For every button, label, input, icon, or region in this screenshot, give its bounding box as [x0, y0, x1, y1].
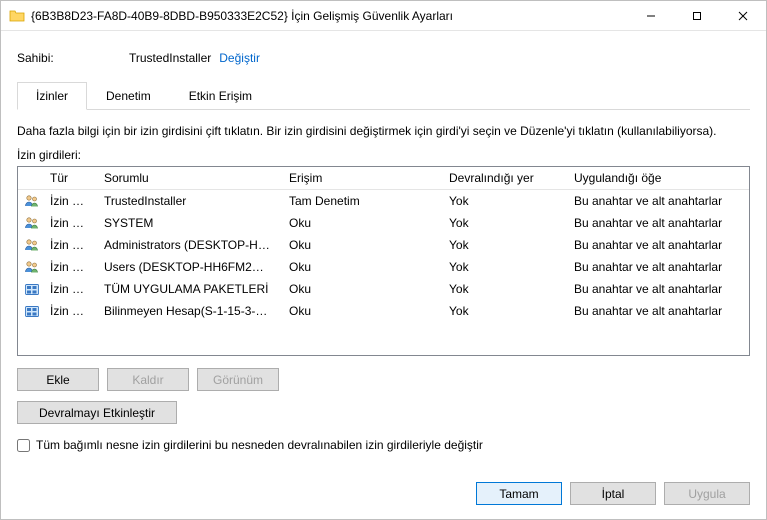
col-principal[interactable]: Sorumlu [94, 167, 279, 189]
cell-inherited: Yok [439, 236, 564, 254]
remove-button[interactable]: Kaldır [107, 368, 189, 391]
cell-principal: TrustedInstaller [94, 192, 279, 210]
replace-child-entries-label: Tüm bağımlı nesne izin girdilerini bu ne… [36, 438, 483, 452]
tab-permissions[interactable]: İzinler [17, 82, 87, 110]
cell-access: Oku [279, 236, 439, 254]
minimize-button[interactable] [628, 1, 674, 30]
cell-type: İzin Ver [40, 192, 94, 210]
cell-access: Oku [279, 280, 439, 298]
table-row[interactable]: İzin VerBilinmeyen Hesap(S-1-15-3-1...Ok… [18, 300, 749, 322]
package-icon [18, 279, 40, 299]
col-type[interactable]: Tür [40, 167, 94, 189]
cell-inherited: Yok [439, 214, 564, 232]
cell-applies: Bu anahtar ve alt anahtarlar [564, 236, 749, 254]
cell-applies: Bu anahtar ve alt anahtarlar [564, 214, 749, 232]
people-icon [18, 191, 40, 211]
replace-child-entries-checkbox[interactable] [17, 439, 30, 452]
col-applies[interactable]: Uygulandığı öğe [564, 167, 749, 189]
cell-principal: Users (DESKTOP-HH6FM2D\U... [94, 258, 279, 276]
col-inherited[interactable]: Devralındığı yer [439, 167, 564, 189]
cell-applies: Bu anahtar ve alt anahtarlar [564, 280, 749, 298]
close-button[interactable] [720, 1, 766, 30]
window-controls [628, 1, 766, 30]
cell-type: İzin Ver [40, 258, 94, 276]
cell-applies: Bu anahtar ve alt anahtarlar [564, 192, 749, 210]
ok-button[interactable]: Tamam [476, 482, 562, 505]
cell-type: İzin Ver [40, 236, 94, 254]
people-icon [18, 257, 40, 277]
change-owner-link[interactable]: Değiştir [219, 51, 260, 65]
cell-type: İzin Ver [40, 302, 94, 320]
owner-row: Sahibi: TrustedInstaller Değiştir [17, 51, 750, 65]
apply-button[interactable]: Uygula [664, 482, 750, 505]
folder-icon [9, 8, 25, 24]
description-text: Daha fazla bilgi için bir izin girdisini… [17, 124, 750, 138]
cell-access: Oku [279, 258, 439, 276]
cell-principal: Administrators (DESKTOP-HH... [94, 236, 279, 254]
owner-label: Sahibi: [17, 51, 129, 65]
people-icon [18, 235, 40, 255]
cell-access: Oku [279, 302, 439, 320]
tabs: İzinler Denetim Etkin Erişim [17, 81, 750, 110]
list-header: Tür Sorumlu Erişim Devralındığı yer Uygu… [18, 167, 749, 190]
cell-inherited: Yok [439, 280, 564, 298]
cell-applies: Bu anahtar ve alt anahtarlar [564, 302, 749, 320]
cell-inherited: Yok [439, 192, 564, 210]
entries-label: İzin girdileri: [17, 148, 750, 162]
cell-access: Tam Denetim [279, 192, 439, 210]
view-button[interactable]: Görünüm [197, 368, 279, 391]
cell-principal: Bilinmeyen Hesap(S-1-15-3-1... [94, 302, 279, 320]
cell-type: İzin Ver [40, 280, 94, 298]
advanced-security-window: {6B3B8D23-FA8D-40B9-8DBD-B950333E2C52} İ… [0, 0, 767, 520]
table-row[interactable]: İzin VerSYSTEMOkuYokBu anahtar ve alt an… [18, 212, 749, 234]
table-row[interactable]: İzin VerTrustedInstallerTam DenetimYokBu… [18, 190, 749, 212]
add-button[interactable]: Ekle [17, 368, 99, 391]
col-access[interactable]: Erişim [279, 167, 439, 189]
cell-inherited: Yok [439, 302, 564, 320]
package-icon [18, 301, 40, 321]
cell-type: İzin Ver [40, 214, 94, 232]
table-row[interactable]: İzin VerUsers (DESKTOP-HH6FM2D\U...OkuYo… [18, 256, 749, 278]
tab-auditing[interactable]: Denetim [87, 82, 170, 110]
titlebar: {6B3B8D23-FA8D-40B9-8DBD-B950333E2C52} İ… [1, 1, 766, 31]
table-row[interactable]: İzin VerTÜM UYGULAMA PAKETLERİOkuYokBu a… [18, 278, 749, 300]
owner-value: TrustedInstaller [129, 51, 211, 65]
cancel-button[interactable]: İptal [570, 482, 656, 505]
cell-inherited: Yok [439, 258, 564, 276]
window-title: {6B3B8D23-FA8D-40B9-8DBD-B950333E2C52} İ… [31, 9, 628, 23]
dialog-footer: Tamam İptal Uygula [1, 472, 766, 519]
table-row[interactable]: İzin VerAdministrators (DESKTOP-HH...Oku… [18, 234, 749, 256]
tab-effective-access[interactable]: Etkin Erişim [170, 82, 271, 110]
cell-applies: Bu anahtar ve alt anahtarlar [564, 258, 749, 276]
cell-principal: TÜM UYGULAMA PAKETLERİ [94, 280, 279, 298]
maximize-button[interactable] [674, 1, 720, 30]
cell-access: Oku [279, 214, 439, 232]
permission-entries-list[interactable]: Tür Sorumlu Erişim Devralındığı yer Uygu… [17, 166, 750, 356]
cell-principal: SYSTEM [94, 214, 279, 232]
people-icon [18, 213, 40, 233]
enable-inheritance-button[interactable]: Devralmayı Etkinleştir [17, 401, 177, 424]
